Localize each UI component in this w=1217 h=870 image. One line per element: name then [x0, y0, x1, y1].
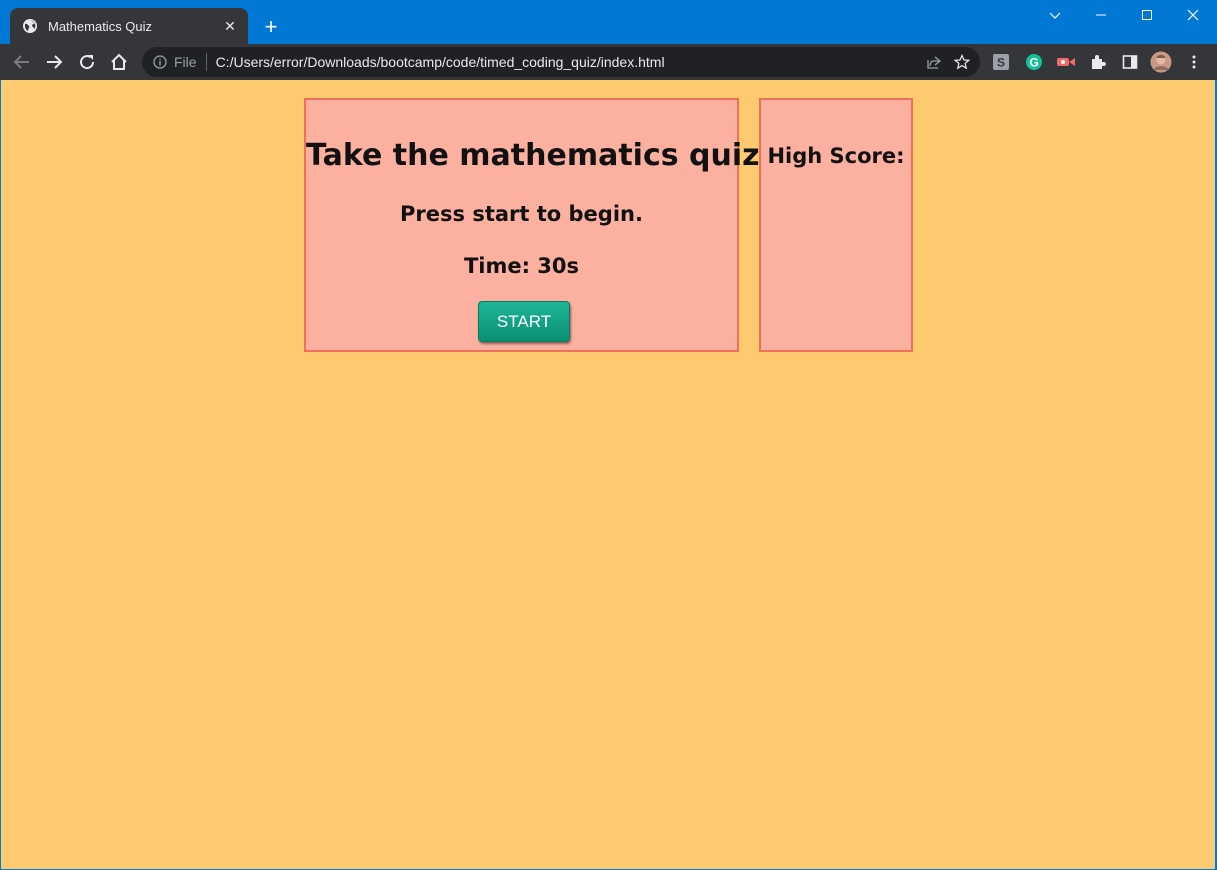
file-scheme-label: File: [174, 54, 197, 70]
address-divider: [205, 53, 207, 71]
chevron-down-icon: [1049, 12, 1061, 19]
forward-button[interactable]: [40, 48, 68, 76]
reload-icon: [80, 55, 95, 70]
maximize-icon: [1142, 10, 1152, 20]
timer-display: Time: 30s: [463, 254, 580, 278]
browser-window: Mathematics Quiz ✕ + File C:/Users/error…: [0, 0, 1217, 870]
tab-strip: Mathematics Quiz ✕ +: [0, 0, 1217, 44]
quiz-panel: Take the mathematics quiz! Press start t…: [304, 98, 774, 352]
home-button[interactable]: [105, 48, 133, 76]
url-text[interactable]: C:/Users/error/Downloads/bootcamp/code/t…: [216, 54, 920, 70]
more-menu-icon[interactable]: [1182, 50, 1206, 74]
high-score-panel: High Score:: [759, 98, 913, 352]
info-icon[interactable]: [152, 54, 168, 70]
new-tab-button[interactable]: +: [258, 14, 284, 40]
address-bar[interactable]: File C:/Users/error/Downloads/bootcamp/c…: [142, 47, 980, 77]
video-extension-icon[interactable]: [1054, 50, 1078, 74]
quiz-heading: Take the mathematics quiz!: [306, 138, 774, 173]
bookmark-star-icon[interactable]: [948, 48, 976, 76]
arrow-left-icon: [13, 55, 29, 69]
arrow-right-icon: [47, 55, 63, 69]
window-frame-left: [0, 80, 1, 870]
high-score-heading: High Score:: [767, 144, 905, 168]
home-icon: [111, 53, 127, 70]
maximize-button[interactable]: [1124, 0, 1170, 30]
quiz-prompt: Press start to begin.: [400, 202, 643, 226]
svg-text:S: S: [997, 56, 1005, 70]
extension-s-icon[interactable]: S: [989, 50, 1013, 74]
tab-close-icon[interactable]: ✕: [218, 14, 242, 38]
side-panel-icon[interactable]: [1118, 50, 1142, 74]
share-icon[interactable]: [920, 48, 948, 76]
grammarly-icon[interactable]: G: [1022, 50, 1046, 74]
close-icon: [1187, 9, 1199, 21]
browser-toolbar: File C:/Users/error/Downloads/bootcamp/c…: [0, 44, 1217, 80]
minimize-icon: [1096, 14, 1106, 16]
extensions-puzzle-icon[interactable]: [1086, 50, 1110, 74]
close-window-button[interactable]: [1170, 0, 1216, 30]
tab-title: Mathematics Quiz: [48, 18, 153, 34]
profile-avatar[interactable]: [1149, 50, 1173, 74]
minimize-button[interactable]: [1078, 0, 1124, 30]
page-content: Take the mathematics quiz! Press start t…: [1, 80, 1215, 869]
start-button[interactable]: START: [478, 301, 570, 342]
tab-search-button[interactable]: [1032, 0, 1078, 30]
svg-text:G: G: [1029, 55, 1038, 69]
globe-icon: [22, 18, 38, 34]
reload-button[interactable]: [73, 48, 101, 76]
back-button[interactable]: [8, 48, 36, 76]
tab-mathematics-quiz[interactable]: Mathematics Quiz ✕: [10, 8, 248, 44]
